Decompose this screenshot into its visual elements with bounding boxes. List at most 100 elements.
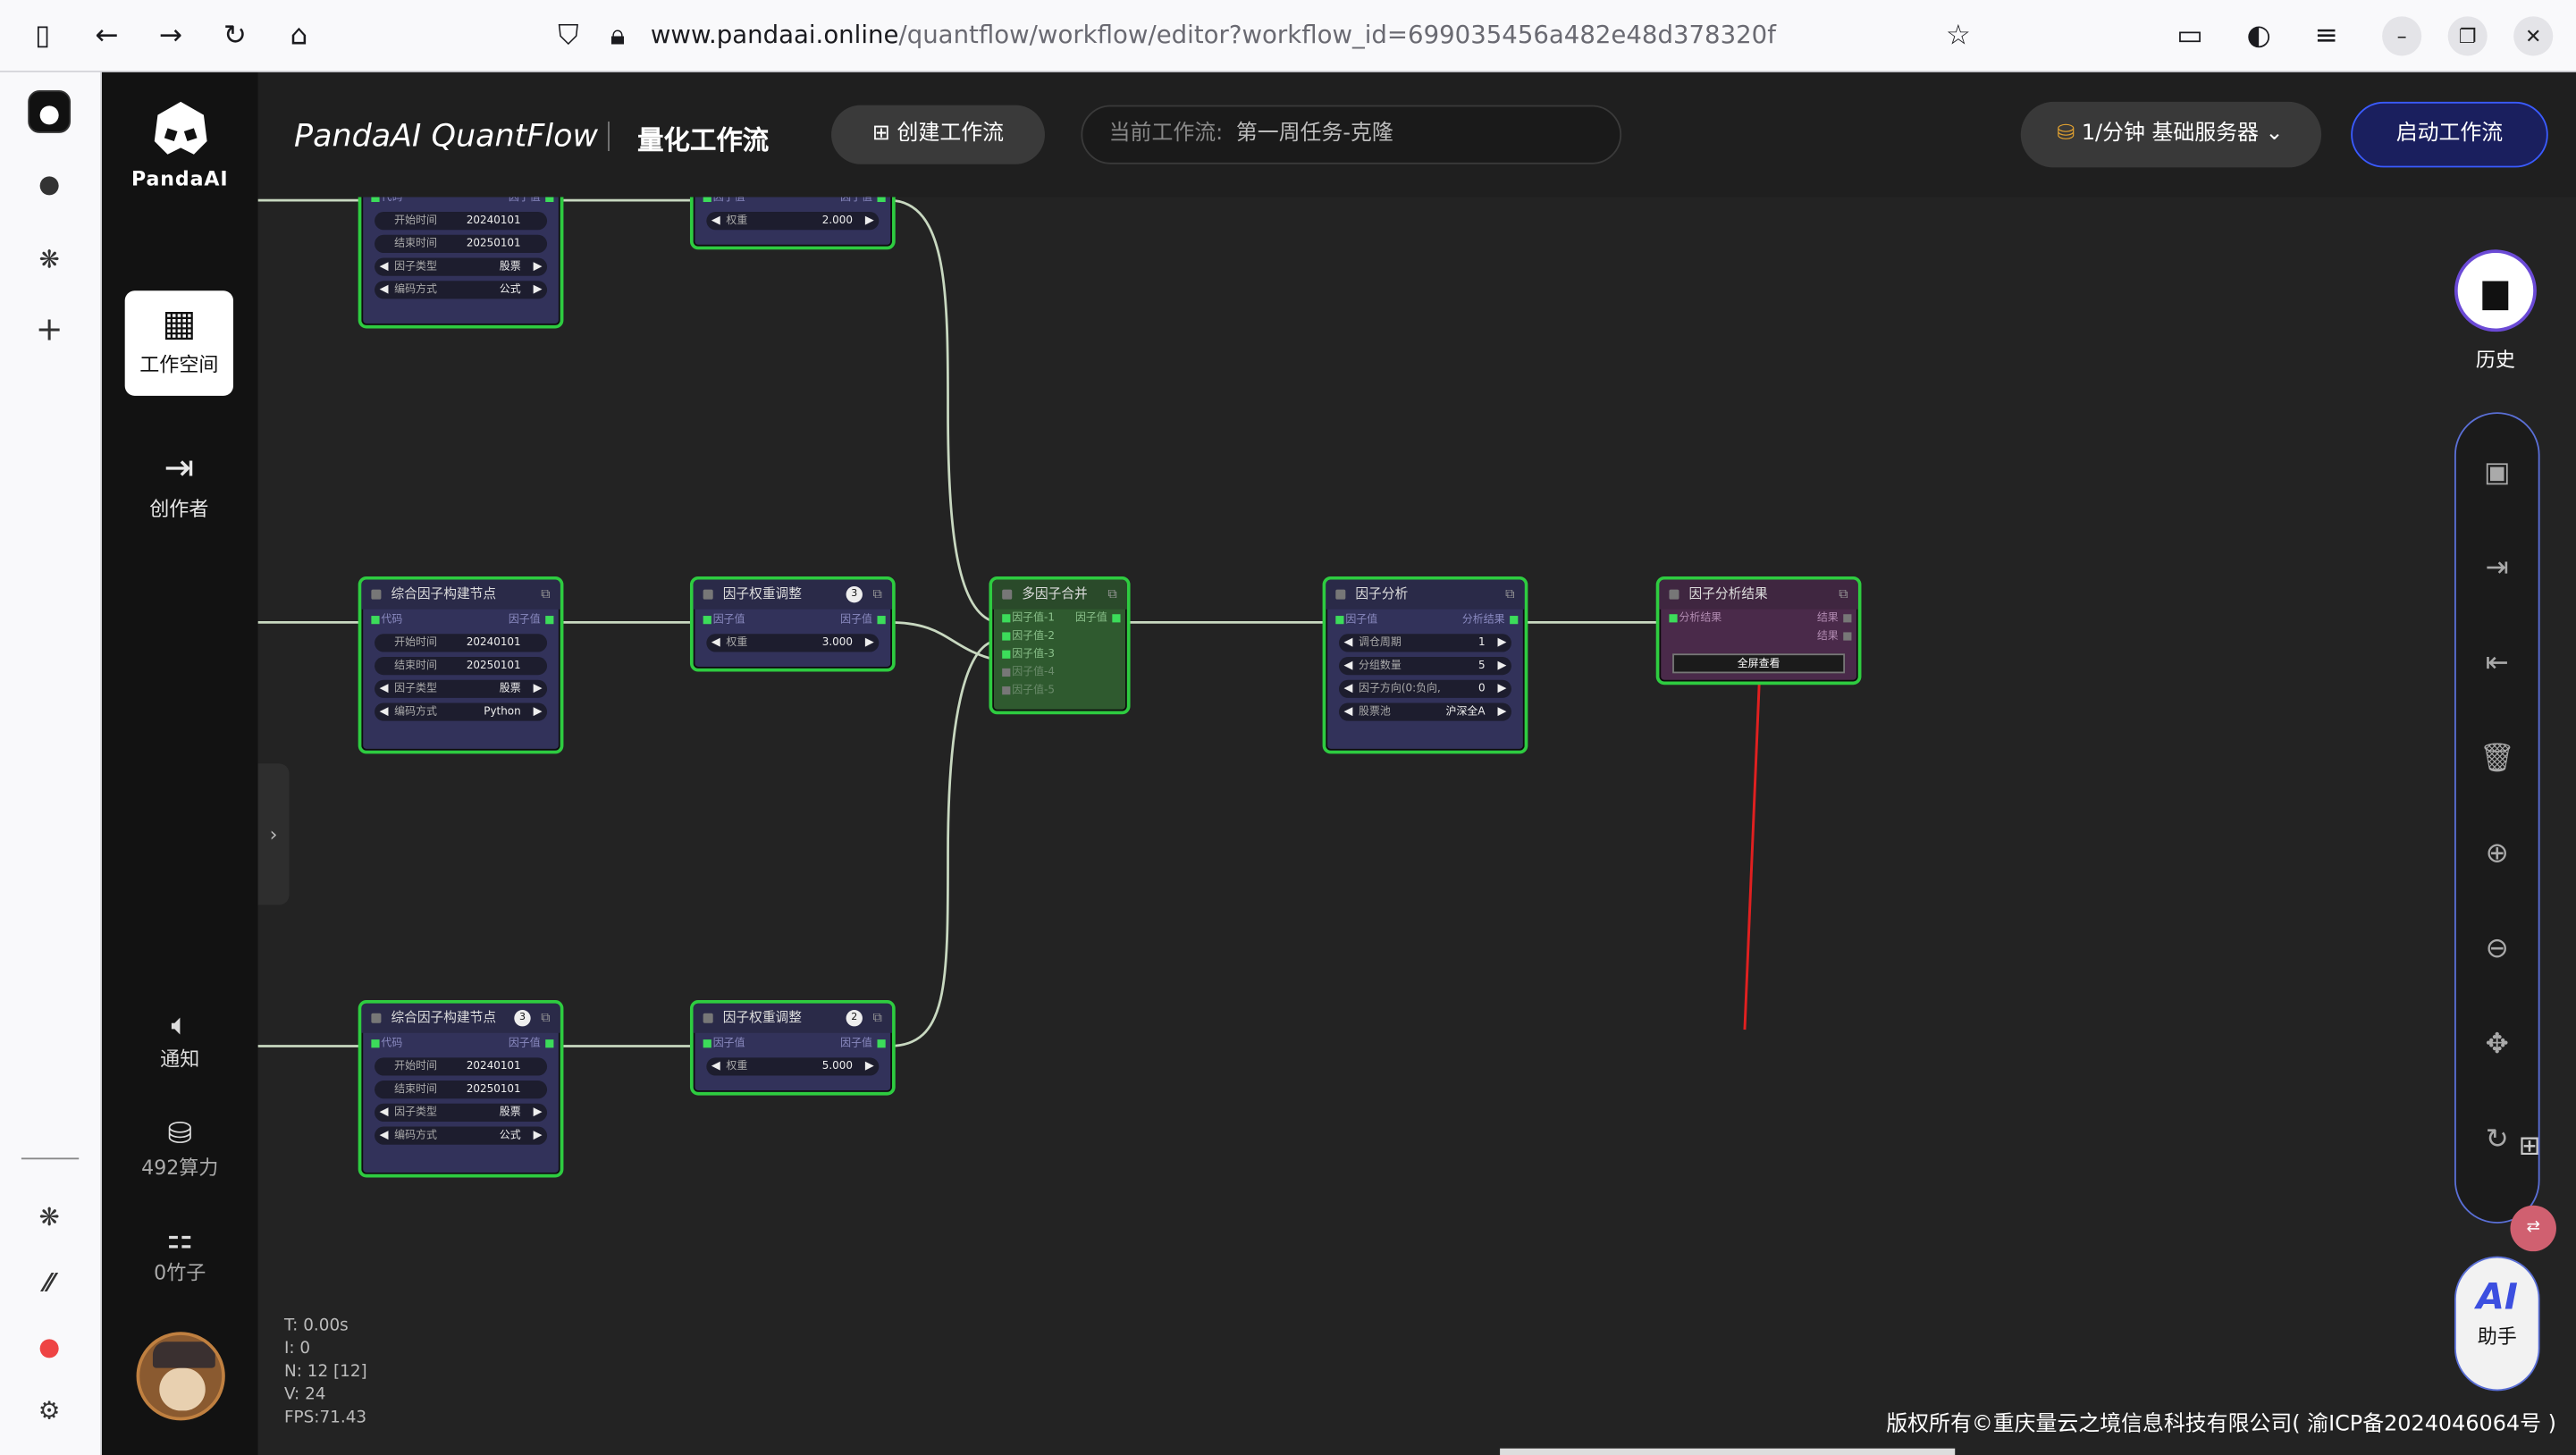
reset-icon[interactable]: ↻ [2479,1122,2515,1157]
color-app-icon[interactable]: ● [28,1325,71,1368]
nav-workspace[interactable]: ▦ 工作空间 [124,290,233,396]
factor-type-combo[interactable]: ◀ 因子类型 股票 ▶ [375,257,548,276]
bamboo-item[interactable]: ⚏ 0竹子 [102,1222,258,1286]
restore-icon[interactable]: ❐ [2447,16,2488,56]
save-icon[interactable]: ▣ [2479,455,2515,491]
direction-stepper[interactable]: ◀ 因子方向(0:负向, 0 ▶ [1338,679,1511,698]
add-icon[interactable]: + [28,307,71,350]
export-icon[interactable]: ⇥ [2479,551,2515,586]
end-time-field[interactable]: 结束时间 20250101 [375,1081,548,1099]
group-stepper[interactable]: ◀ 分组数量 5 ▶ [1338,656,1511,676]
notice-item[interactable]: 🔈︎ 通知 [102,1008,258,1072]
create-workflow-button[interactable]: ⊞ 创建工作流 [831,105,1045,164]
settings-gear-icon[interactable]: ⚙ [28,1390,71,1433]
collapse-dot[interactable] [703,1013,713,1023]
arrow-left-icon: ◀ [711,1059,720,1072]
field-value: 20250101 [466,1081,521,1096]
weight-adjust-node-2[interactable]: 因子权重调整 3 ⧉ 因子值 因子值 ◀ 权重 3.000 ▶ [689,576,896,672]
start-time-field[interactable]: 开始时间 20240101 [375,634,548,652]
edit-icon[interactable]: ⧉ [541,1004,551,1033]
apps-grid-icon[interactable]: ⊞ [2519,1130,2541,1161]
stock-pool-combo[interactable]: ◀ 股票池 沪深全A ▶ [1338,702,1511,721]
import-icon[interactable]: ⇤ [2479,645,2515,681]
factor-type-combo[interactable]: ◀ 因子类型 股票 ▶ [375,1103,548,1122]
start-workflow-button[interactable]: 启动工作流 [2351,101,2548,168]
factor-analysis-node[interactable]: 因子分析 ⧉ 因子值 分析结果 ◀ 调仓周期 1 ▶ ◀ 分组数量 5 ▶ ◀ 因子方向(0:负向… [1322,576,1528,754]
edit-icon[interactable]: ⧉ [873,580,883,610]
perplexity-icon[interactable]: ⁄⁄ [28,1261,71,1304]
stat-nodes: N: 12 [12] [283,1363,367,1382]
collapse-dot[interactable] [1002,589,1013,600]
fullscreen-view-button[interactable]: 全屏查看 [1672,653,1846,674]
close-icon[interactable]: ✕ [2513,16,2554,56]
encoding-combo[interactable]: ◀ 编码方式 公式 ▶ [375,1126,548,1145]
avatar[interactable] [136,1332,225,1421]
chatgpt-icon[interactable]: ❋ [28,238,71,281]
openai-icon[interactable]: ❋ [28,1196,71,1239]
lock-icon[interactable]: 🔒︎ [600,18,636,54]
arrow-right-icon: ▶ [1497,704,1507,718]
home-icon[interactable]: ⌂ [281,18,316,54]
translate-icon[interactable]: ⇄ [2510,1205,2556,1252]
multi-factor-merge-node[interactable]: 多因子合并 ⧉ 因子值-1 因子值 因子值-2 因子值-3 因子值-4 因子值-5 [989,576,1131,715]
address-bar[interactable]: www.pandaai.online/quantflow/workflow/ed… [651,20,1776,49]
encoding-combo[interactable]: ◀ 编码方式 Python ▶ [375,702,548,721]
bottom-scrollbar[interactable] [1500,1448,1956,1455]
collapse-dot[interactable] [1669,589,1679,600]
panel-expand-tab[interactable]: › [257,763,290,905]
factor-type-combo[interactable]: ◀ 因子类型 股票 ▶ [375,679,548,698]
start-time-field[interactable]: 开始时间 20240101 [375,1057,548,1076]
period-stepper[interactable]: ◀ 调仓周期 1 ▶ [1338,634,1511,652]
edit-icon[interactable]: ⧉ [1107,580,1117,610]
zoom-in-icon[interactable]: ⊕ [2479,836,2515,871]
factor-build-node-2[interactable]: 综合因子构建节点 ⧉ 代码 因子值 开始时间 20240101 结束时间 2025010… [358,576,564,754]
history-button[interactable]: ▆ [2454,249,2537,332]
copyright-footer: 版权所有©重庆量云之境信息科技有限公司( 渝ICP备2024046064号 ) [1886,1412,2556,1437]
field-label: 股票池 [1359,704,1391,718]
weight-adjust-node-3[interactable]: 因子权重调整 2 ⧉ 因子值 因子值 ◀ 权重 5.000 ▶ [689,1000,896,1096]
compute-item[interactable]: ⛁ 492算力 [102,1116,258,1181]
menu-icon[interactable]: ≡ [2308,18,2344,54]
zoom-out-icon[interactable]: ⊖ [2479,931,2515,967]
collapse-dot[interactable] [371,1013,382,1023]
back-icon[interactable]: ← [88,18,124,54]
field-label: 开始时间 [394,1059,437,1072]
end-time-field[interactable]: 结束时间 20250101 [375,234,548,253]
weight-adjust-node-1[interactable]: 因子值 因子值 ◀ 权重 2.000 ▶ [689,197,896,250]
plus-square-icon: ⊞ [871,121,897,147]
collapse-dot[interactable] [371,589,382,600]
server-select[interactable]: ⛁ 1/分钟 基础服务器 ⌄ [2020,101,2322,168]
factor-build-node-3[interactable]: 综合因子构建节点 3 ⧉ 代码 因子值 开始时间 20240101 结束时间 202501… [358,1000,564,1178]
start-time-field[interactable]: 开始时间 20240101 [375,212,548,231]
shield-icon[interactable]: ⛉ [551,18,586,54]
minimize-icon[interactable]: – [2382,16,2422,56]
field-value: 5 [1477,658,1486,672]
panda-app-icon[interactable]: ● [28,90,72,133]
factor-build-node-1[interactable]: 代码 因子值 开始时间 20240101 结束时间 20250101 ◀ 因子类型 股票 ▶… [358,197,564,329]
bookmark-star-icon[interactable]: ☆ [1940,18,1976,54]
move-icon[interactable]: ✥ [2479,1026,2515,1062]
panda-icon[interactable]: ● [28,163,71,206]
edit-icon[interactable]: ⧉ [873,1004,883,1033]
encoding-combo[interactable]: ◀ 编码方式 公式 ▶ [375,281,548,299]
tab-view-icon[interactable]: ▭ [2172,18,2208,54]
trash-icon[interactable]: 🗑︎ [2479,741,2515,777]
nav-creator[interactable]: ⇥ 创作者 [125,435,233,541]
weight-stepper[interactable]: ◀ 权重 2.000 ▶ [706,212,880,231]
extension-icon[interactable]: ◐ [2241,18,2277,54]
reload-icon[interactable]: ↻ [217,18,253,54]
forward-icon[interactable]: → [153,18,189,54]
collapse-dot[interactable] [703,589,713,600]
workflow-canvas[interactable]: › 代码因子值 开始时间20240101 结束时间20250101 ◀因子类型股… [257,197,2576,1455]
weight-stepper[interactable]: ◀ 权重 3.000 ▶ [706,634,880,652]
ai-assistant-button[interactable]: AI 助手 [2454,1256,2540,1392]
collapse-dot[interactable] [1335,589,1346,600]
port-in: 因子值 [712,1036,745,1050]
factor-analysis-result-node[interactable]: 因子分析结果 ⧉ 分析结果 结果 结果 全屏查看 [1655,576,1862,685]
edit-icon[interactable]: ⧉ [541,580,551,610]
edit-icon[interactable]: ⧉ [1505,580,1515,610]
weight-stepper[interactable]: ◀ 权重 5.000 ▶ [706,1057,880,1076]
edit-icon[interactable]: ⧉ [1839,580,1848,610]
sidebar-toggle-icon[interactable]: ▯ [25,18,61,54]
end-time-field[interactable]: 结束时间 20250101 [375,656,548,676]
